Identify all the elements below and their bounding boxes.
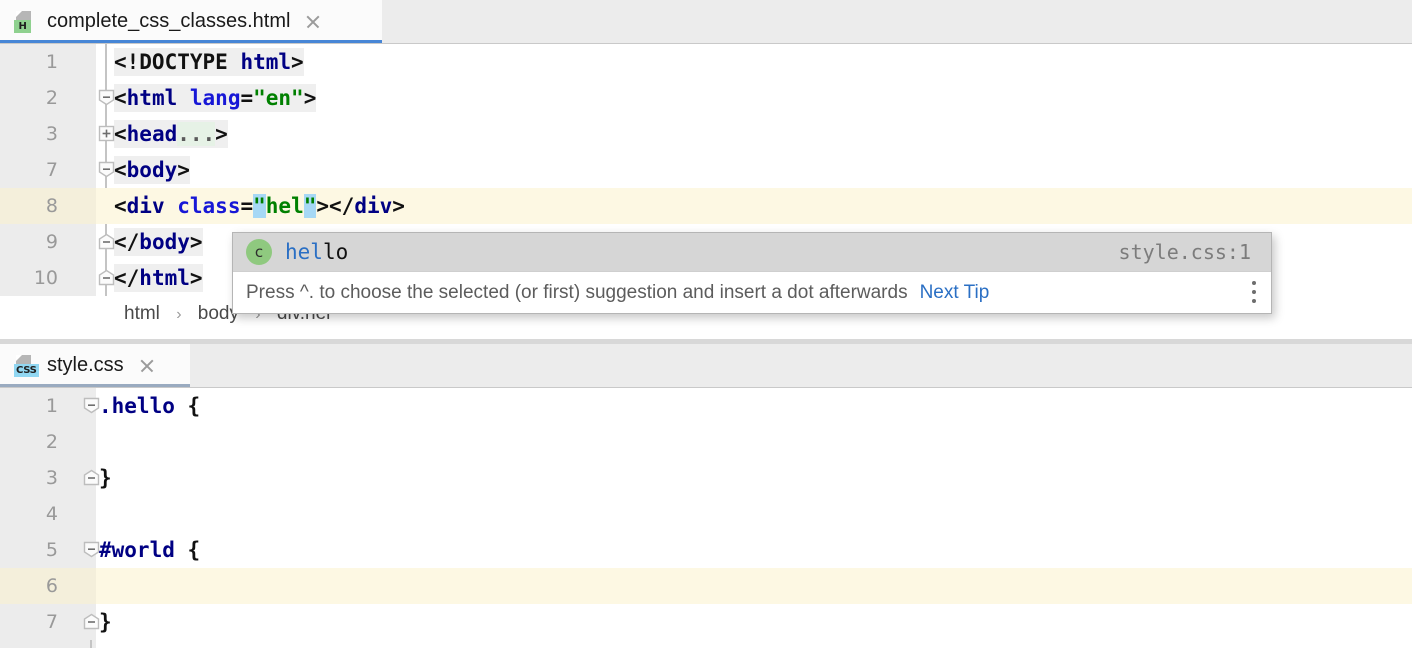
close-icon[interactable] xyxy=(304,13,322,31)
completion-tip-bar: Press ^. to choose the selected (or firs… xyxy=(233,271,1271,313)
line-number: 7 xyxy=(45,611,58,633)
completion-remainder: lo xyxy=(322,240,349,264)
next-tip-link[interactable]: Next Tip xyxy=(920,282,990,304)
completion-item-origin: style.css:1 xyxy=(1118,240,1251,264)
css-code-area[interactable]: 1 .hello { 2 3 } 4 5 #world {6 7} xyxy=(0,388,1412,648)
tab-complete-css-classes-html[interactable]: H complete_css_classes.html xyxy=(0,0,382,43)
code-line: 1 <!DOCTYPE html> xyxy=(0,44,1412,80)
code-line: 4 xyxy=(0,496,1412,532)
tab-active-underline xyxy=(0,40,382,43)
code-text-css-line-7: } xyxy=(99,610,112,634)
code-line: 1 .hello { xyxy=(0,388,1412,424)
line-number: 3 xyxy=(45,123,58,145)
line-number: 4 xyxy=(45,503,58,525)
fold-region-end-icon[interactable] xyxy=(98,233,115,250)
completion-matched-prefix: hel xyxy=(285,240,323,264)
fold-region-end-icon[interactable] xyxy=(83,613,100,630)
fold-collapse-icon[interactable] xyxy=(98,161,115,178)
line-number: 8 xyxy=(45,195,58,217)
css-file-badge: CSS xyxy=(14,363,39,377)
tip-text: Press ^. to choose the selected (or firs… xyxy=(246,281,908,303)
html-editor-tabbar: H complete_css_classes.html xyxy=(0,0,1412,44)
code-line: 2 <html lang="en"> xyxy=(0,80,1412,116)
code-line: 5 #world { xyxy=(0,532,1412,568)
line-number: 9 xyxy=(45,231,58,253)
code-text-css-line-5: #world { xyxy=(99,538,201,562)
line-number: 6 xyxy=(45,575,58,597)
ide-editor-window: H complete_css_classes.html 1 <!DOCTYPE … xyxy=(0,0,1412,648)
code-text-css-line-1: .hello { xyxy=(99,394,201,418)
code-line: 2 xyxy=(0,424,1412,460)
code-text-line-10: </html> xyxy=(114,264,203,292)
line-number: 1 xyxy=(45,51,58,73)
line-number: 10 xyxy=(33,267,58,289)
code-text-line-2: <html lang="en"> xyxy=(114,84,317,112)
code-text-line-3: <head...> xyxy=(114,120,228,148)
css-file-icon: CSS xyxy=(14,354,39,378)
selection-quote-close: " xyxy=(303,194,317,218)
line-number: 7 xyxy=(45,159,58,181)
code-text-line-1: <!DOCTYPE html> xyxy=(114,48,304,76)
tab-title-html: complete_css_classes.html xyxy=(47,10,291,32)
css-editor-tabbar: CSS style.css xyxy=(0,344,1412,388)
close-icon[interactable] xyxy=(138,357,156,375)
fold-collapse-icon[interactable] xyxy=(98,89,115,106)
chevron-right-icon: › xyxy=(176,306,182,323)
fold-collapse-icon[interactable] xyxy=(83,397,100,414)
tab-style-css[interactable]: CSS style.css xyxy=(0,344,190,387)
fold-collapse-icon[interactable] xyxy=(83,541,100,558)
fold-region-end-icon[interactable] xyxy=(98,269,115,286)
line-number: 5 xyxy=(45,539,58,561)
code-text-line-8: <div class="hel"></div> xyxy=(114,194,405,218)
code-line-active: 6 xyxy=(0,568,1412,604)
html-file-badge: H xyxy=(14,19,31,33)
html-file-icon: H xyxy=(14,10,36,34)
code-text-line-7: <body> xyxy=(114,156,190,184)
code-text-css-line-3: } xyxy=(99,466,112,490)
completion-item-label: hello xyxy=(285,240,348,264)
code-text-line-9: </body> xyxy=(114,228,203,256)
line-number: 1 xyxy=(45,395,58,417)
css-class-symbol-icon: c xyxy=(246,239,272,265)
breadcrumb-item-html[interactable]: html xyxy=(124,303,160,324)
tab-inactive-underline xyxy=(0,384,190,387)
fold-expand-icon[interactable] xyxy=(98,125,115,142)
line-number: 2 xyxy=(45,87,58,109)
selection-quote-open: " xyxy=(253,194,266,218)
code-line: 3 <head...> xyxy=(0,116,1412,152)
fold-region-end-icon[interactable] xyxy=(83,469,100,486)
line-number: 2 xyxy=(45,431,58,453)
css-editor-pane: CSS style.css 1 .hello { 2 3} 4 5 #worl… xyxy=(0,344,1412,648)
code-line-active: 8 <div class="hel"></div> xyxy=(0,188,1412,224)
folded-region-dots[interactable]: ... xyxy=(177,122,216,146)
code-line: 7 <body> xyxy=(0,152,1412,188)
line-number: 3 xyxy=(45,467,58,489)
more-options-icon[interactable] xyxy=(1251,281,1257,305)
code-completion-popup[interactable]: c hello style.css:1 Press ^. to choose t… xyxy=(232,232,1272,314)
code-line: 7 } xyxy=(0,604,1412,640)
completion-item-hello[interactable]: c hello style.css:1 xyxy=(233,233,1271,271)
tab-title-css: style.css xyxy=(47,354,124,376)
class-attribute-value: hel xyxy=(265,194,304,218)
code-line: 3 } xyxy=(0,460,1412,496)
